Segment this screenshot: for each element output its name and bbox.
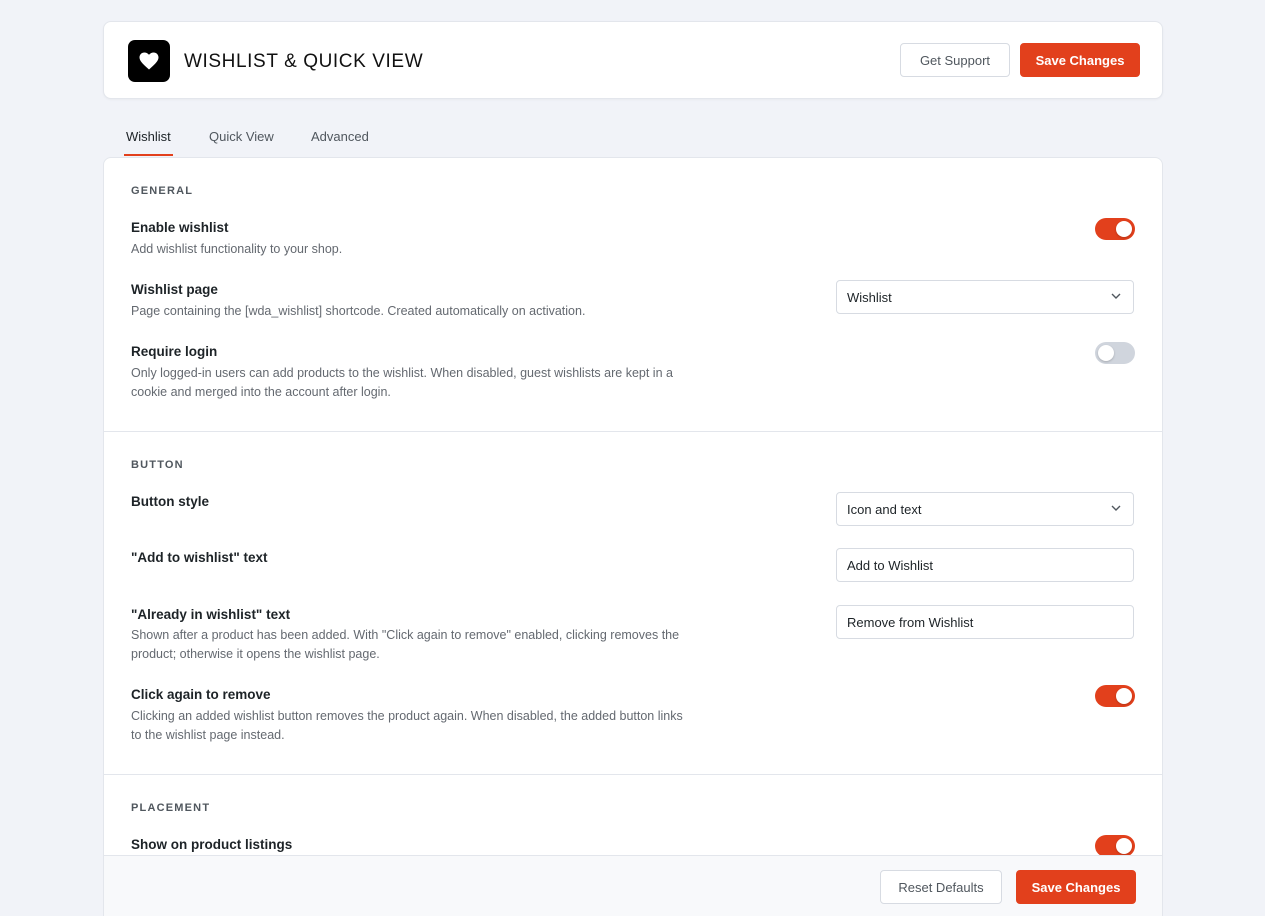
toggle-knob xyxy=(1098,345,1114,361)
header-card: WISHLIST & QUICK VIEW Get Support Save C… xyxy=(103,21,1163,99)
chevron-down-icon xyxy=(1111,293,1121,299)
settings-card: GENERAL Enable wishlist Add wishlist fun… xyxy=(103,157,1163,916)
add-to-wishlist-text-input[interactable]: Add to Wishlist xyxy=(836,548,1134,582)
tab-quick-view[interactable]: Quick View xyxy=(209,120,274,154)
toggle-knob xyxy=(1116,221,1132,237)
enable-wishlist-desc: Add wishlist functionality to your shop. xyxy=(131,242,343,256)
tab-wishlist[interactable]: Wishlist xyxy=(124,120,173,156)
footer-action-bar: Reset Defaults Save Changes xyxy=(104,855,1162,916)
already-in-wishlist-text-desc: Shown after a product has been added. Wi… xyxy=(131,628,680,661)
save-changes-button[interactable]: Save Changes xyxy=(1020,43,1140,77)
show-on-listings-label: Show on product listings xyxy=(131,837,293,852)
wishlist-page-label: Wishlist page xyxy=(131,282,218,297)
enable-wishlist-label: Enable wishlist xyxy=(131,220,229,235)
require-login-desc: Only logged-in users can add products to… xyxy=(131,366,673,399)
button-style-value: Icon and text xyxy=(847,501,922,517)
heart-icon xyxy=(139,52,159,70)
click-again-toggle[interactable] xyxy=(1095,685,1135,707)
section-title-button: BUTTON xyxy=(131,459,184,471)
wishlist-page-desc: Page containing the [wda_wishlist] short… xyxy=(131,304,586,318)
wishlist-page-select[interactable]: Wishlist xyxy=(836,280,1134,314)
require-login-label: Require login xyxy=(131,344,218,359)
section-title-general: GENERAL xyxy=(131,185,194,197)
get-support-button[interactable]: Get Support xyxy=(900,43,1010,77)
section-divider xyxy=(104,774,1162,775)
chevron-down-icon xyxy=(1111,505,1121,511)
button-style-label: Button style xyxy=(131,494,210,509)
already-in-wishlist-text-input[interactable]: Remove from Wishlist xyxy=(836,605,1134,639)
tab-advanced[interactable]: Advanced xyxy=(311,120,369,154)
already-in-wishlist-text-label: "Already in wishlist" text xyxy=(131,607,291,622)
reset-defaults-button[interactable]: Reset Defaults xyxy=(880,870,1002,904)
click-again-label: Click again to remove xyxy=(131,687,271,702)
button-style-select[interactable]: Icon and text xyxy=(836,492,1134,526)
toggle-knob xyxy=(1116,838,1132,854)
wishlist-page-value: Wishlist xyxy=(847,289,892,305)
section-title-placement: PLACEMENT xyxy=(131,802,211,814)
enable-wishlist-toggle[interactable] xyxy=(1095,218,1135,240)
require-login-toggle[interactable] xyxy=(1095,342,1135,364)
click-again-desc: Clicking an added wishlist button remove… xyxy=(131,709,683,742)
app-logo xyxy=(128,40,170,82)
footer-save-changes-button[interactable]: Save Changes xyxy=(1016,870,1136,904)
show-on-listings-toggle[interactable] xyxy=(1095,835,1135,857)
add-to-wishlist-text-label: "Add to wishlist" text xyxy=(131,550,268,565)
page-title: WISHLIST & QUICK VIEW xyxy=(184,51,424,72)
section-divider xyxy=(104,431,1162,432)
toggle-knob xyxy=(1116,688,1132,704)
